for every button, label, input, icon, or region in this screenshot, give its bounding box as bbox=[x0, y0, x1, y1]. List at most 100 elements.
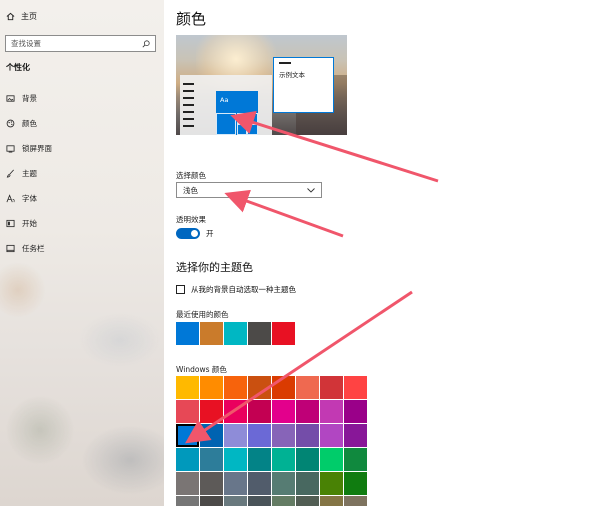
recent-color-swatch[interactable] bbox=[200, 322, 223, 345]
search-input[interactable] bbox=[11, 39, 142, 48]
home-label: 主页 bbox=[21, 12, 37, 21]
windows-color-swatch[interactable] bbox=[200, 496, 223, 506]
preview-tile-text: Aa bbox=[220, 96, 229, 104]
windows-color-swatch[interactable] bbox=[272, 400, 295, 423]
page-title: 颜色 bbox=[176, 10, 207, 28]
font-icon bbox=[6, 194, 15, 203]
windows-color-swatch[interactable] bbox=[176, 496, 199, 506]
recent-color-swatch[interactable] bbox=[248, 322, 271, 345]
transparency-row: 开 bbox=[176, 228, 214, 239]
windows-color-swatch[interactable] bbox=[296, 400, 319, 423]
windows-color-swatch[interactable] bbox=[224, 472, 247, 495]
windows-color-swatch[interactable] bbox=[296, 472, 319, 495]
windows-color-swatch[interactable] bbox=[344, 376, 367, 399]
recent-color-swatch[interactable] bbox=[272, 322, 295, 345]
section-title: 个性化 bbox=[6, 63, 30, 72]
sidebar-item-label: 锁屏界面 bbox=[22, 144, 52, 153]
windows-color-swatch[interactable] bbox=[320, 448, 343, 471]
windows-color-swatch[interactable] bbox=[248, 400, 271, 423]
windows-color-swatch[interactable] bbox=[296, 448, 319, 471]
search-box[interactable] bbox=[5, 35, 156, 52]
preview-start-menu: Aa bbox=[180, 75, 272, 135]
windows-color-swatch[interactable] bbox=[296, 424, 319, 447]
chevron-down-icon bbox=[307, 187, 315, 193]
windows-color-swatch[interactable] bbox=[296, 376, 319, 399]
windows-color-swatch[interactable] bbox=[224, 448, 247, 471]
windows-color-swatch[interactable] bbox=[200, 376, 223, 399]
preview-tile bbox=[216, 113, 236, 135]
windows-color-swatch[interactable] bbox=[200, 448, 223, 471]
home-icon bbox=[6, 12, 15, 21]
windows-color-swatch[interactable] bbox=[176, 400, 199, 423]
windows-color-swatch[interactable] bbox=[320, 400, 343, 423]
windows-color-swatch[interactable] bbox=[272, 472, 295, 495]
preview-window-text: 示例文本 bbox=[279, 71, 305, 79]
preview-menu-line bbox=[183, 125, 194, 127]
windows-color-swatch[interactable] bbox=[272, 496, 295, 506]
preview-menu-line bbox=[183, 90, 194, 92]
windows-color-swatch[interactable] bbox=[224, 376, 247, 399]
windows-colors-label: Windows 颜色 bbox=[176, 365, 227, 374]
transparency-state: 开 bbox=[206, 229, 214, 238]
home-link[interactable]: 主页 bbox=[6, 11, 37, 22]
windows-color-swatch[interactable] bbox=[272, 376, 295, 399]
preview-menu-line bbox=[183, 111, 194, 113]
windows-color-swatch[interactable] bbox=[224, 424, 247, 447]
preview-menu-line bbox=[183, 104, 194, 106]
palette-icon bbox=[6, 119, 15, 128]
preview-window: 示例文本 bbox=[273, 57, 334, 113]
windows-color-swatch[interactable] bbox=[200, 424, 223, 447]
windows-color-swatch[interactable] bbox=[320, 376, 343, 399]
preview-tile bbox=[237, 124, 247, 135]
windows-color-swatch[interactable] bbox=[296, 496, 319, 506]
preview-tile bbox=[247, 124, 258, 135]
windows-color-swatch[interactable] bbox=[272, 424, 295, 447]
recent-color-swatch[interactable] bbox=[224, 322, 247, 345]
windows-color-swatch[interactable] bbox=[176, 472, 199, 495]
sidebar-item-colors[interactable]: 颜色 bbox=[6, 118, 37, 129]
windows-color-swatch[interactable] bbox=[176, 376, 199, 399]
windows-color-swatch[interactable] bbox=[248, 496, 271, 506]
search-icon[interactable] bbox=[142, 39, 150, 48]
sidebar-item-fonts[interactable]: 字体 bbox=[6, 193, 37, 204]
auto-pick-option[interactable]: 从我的背景自动选取一种主题色 bbox=[176, 284, 296, 295]
sidebar-item-lock-screen[interactable]: 锁屏界面 bbox=[6, 143, 52, 154]
windows-color-swatch[interactable] bbox=[248, 448, 271, 471]
recent-color-swatch[interactable] bbox=[176, 322, 199, 345]
sidebar-item-label: 颜色 bbox=[22, 119, 37, 128]
windows-color-swatch[interactable] bbox=[344, 400, 367, 423]
choose-color-dropdown[interactable]: 浅色 bbox=[176, 182, 322, 198]
sidebar-item-themes[interactable]: 主题 bbox=[6, 168, 37, 179]
windows-color-swatch[interactable] bbox=[344, 472, 367, 495]
windows-color-swatch[interactable] bbox=[224, 496, 247, 506]
preview-tile-group: Aa bbox=[216, 91, 258, 135]
windows-color-swatch[interactable] bbox=[344, 448, 367, 471]
preview-menu-line bbox=[183, 83, 194, 85]
auto-pick-checkbox[interactable] bbox=[176, 285, 185, 294]
windows-color-swatch[interactable] bbox=[320, 472, 343, 495]
windows-color-swatch[interactable] bbox=[224, 400, 247, 423]
windows-color-swatch[interactable] bbox=[248, 472, 271, 495]
sidebar-background-blur bbox=[0, 230, 164, 506]
windows-color-swatch[interactable] bbox=[320, 496, 343, 506]
preview-tile bbox=[237, 113, 258, 124]
windows-color-swatch[interactable] bbox=[200, 400, 223, 423]
windows-color-swatch[interactable] bbox=[248, 376, 271, 399]
windows-color-swatch[interactable] bbox=[344, 424, 367, 447]
transparency-toggle[interactable] bbox=[176, 228, 200, 239]
sidebar-item-background[interactable]: 背景 bbox=[6, 93, 37, 104]
transparency-label: 透明效果 bbox=[176, 215, 206, 224]
sidebar-item-start[interactable]: 开始 bbox=[6, 218, 37, 229]
windows-color-swatch[interactable] bbox=[176, 448, 199, 471]
sidebar-item-label: 字体 bbox=[22, 194, 37, 203]
windows-color-swatch[interactable] bbox=[272, 448, 295, 471]
windows-color-swatch[interactable] bbox=[320, 424, 343, 447]
preview-window-bar bbox=[279, 62, 291, 64]
preview-menu-line bbox=[183, 118, 194, 120]
windows-color-swatch[interactable] bbox=[344, 496, 367, 506]
windows-color-swatch[interactable] bbox=[248, 424, 271, 447]
windows-color-swatch[interactable] bbox=[176, 424, 199, 447]
windows-color-swatch[interactable] bbox=[200, 472, 223, 495]
sidebar-item-taskbar[interactable]: 任务栏 bbox=[6, 243, 45, 254]
sidebar-item-label: 开始 bbox=[22, 219, 37, 228]
